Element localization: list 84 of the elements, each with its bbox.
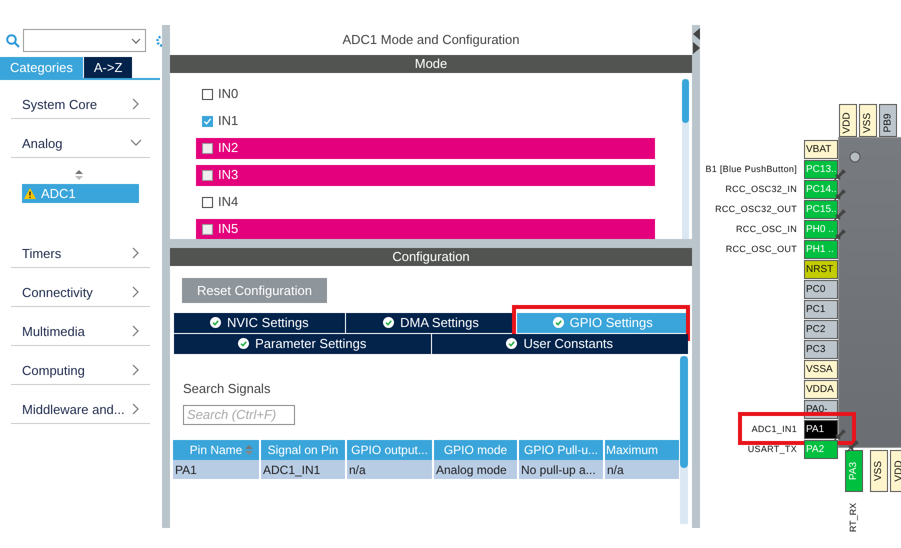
pin[interactable]: VBAT xyxy=(804,140,838,159)
check-circle-icon xyxy=(210,317,221,328)
category-row[interactable]: Analog xyxy=(11,119,150,158)
settings-tab[interactable]: NVIC Settings xyxy=(174,312,345,333)
pin[interactable]: VDD xyxy=(894,460,901,482)
gear-icon[interactable] xyxy=(156,34,162,48)
pin[interactable]: PC3 xyxy=(804,340,838,359)
panel-title: ADC1 Mode and Configuration xyxy=(342,31,520,50)
category-label: Timers xyxy=(22,244,62,262)
pushpin-icon[interactable] xyxy=(847,440,859,452)
section-header: Mode xyxy=(170,54,692,73)
expand-right-icon[interactable] xyxy=(692,42,700,54)
pin[interactable]: VSS xyxy=(874,461,884,481)
check-circle-icon xyxy=(383,317,394,328)
category-row[interactable]: System Core xyxy=(11,80,150,119)
pin[interactable]: PA1 xyxy=(804,420,838,439)
category-row[interactable]: Connectivity xyxy=(11,268,150,307)
checkbox[interactable] xyxy=(202,224,213,235)
channel-label: IN5 xyxy=(218,220,238,238)
search-icon[interactable] xyxy=(6,34,20,48)
table-cell: PA1 xyxy=(173,460,260,480)
category-label: Connectivity xyxy=(22,284,93,302)
search-dropdown[interactable] xyxy=(23,29,146,52)
signal-label: RCC_OSC_OUT xyxy=(726,244,797,254)
channel-label: IN0 xyxy=(218,85,238,104)
entry-label: ADC1 xyxy=(41,184,76,203)
signal-label: RCC_OSC32_IN xyxy=(725,184,797,194)
category-label: Multimedia xyxy=(22,322,85,340)
category-tab[interactable]: A->Z xyxy=(84,57,132,78)
scrollbar[interactable] xyxy=(682,78,689,240)
pin[interactable]: PC1 xyxy=(804,300,838,319)
pin[interactable]: NRST xyxy=(804,260,838,279)
pin[interactable]: VDD xyxy=(843,112,853,134)
category-label: Middleware and... xyxy=(22,400,125,418)
pushpin-icon[interactable] xyxy=(834,169,846,181)
category-row[interactable]: Computing xyxy=(11,346,150,385)
signal-label: RCC_OSC32_OUT xyxy=(715,204,797,214)
category-row[interactable]: Multimedia xyxy=(11,307,150,346)
pin[interactable]: PC0 xyxy=(804,280,838,299)
table-cell: n/a xyxy=(346,460,433,480)
channel-label: IN1 xyxy=(218,112,238,130)
check-circle-icon xyxy=(238,338,250,350)
channel-label: IN3 xyxy=(218,166,238,184)
channel-label: IN4 xyxy=(218,193,238,212)
pushpin-icon[interactable] xyxy=(834,429,846,441)
signal-label: RCC_OSC_IN xyxy=(736,224,797,234)
check-circle-icon xyxy=(506,338,518,350)
collapse-left-icon[interactable] xyxy=(692,28,700,40)
category-label: System Core xyxy=(22,96,98,114)
checkbox[interactable] xyxy=(202,116,213,127)
section-header: Configuration xyxy=(170,248,692,266)
category-row[interactable]: Timers xyxy=(11,229,150,268)
pin[interactable]: VSSA xyxy=(804,360,838,379)
table-cell: ADC1_IN1 xyxy=(260,460,346,480)
settings-tab[interactable]: User Constants xyxy=(432,334,688,354)
chevron-down-icon xyxy=(131,38,141,44)
pin[interactable]: VSS xyxy=(863,113,873,133)
pin[interactable]: VDDA xyxy=(804,380,838,399)
checkbox[interactable] xyxy=(202,142,213,154)
scrollbar[interactable] xyxy=(680,356,688,524)
signal-label: USART_TX xyxy=(748,444,797,454)
table-cell: No pull-up a... xyxy=(518,460,604,480)
pin[interactable]: PB9 xyxy=(883,114,893,132)
checkbox[interactable] xyxy=(202,196,213,208)
search-field[interactable]: Search (Ctrl+F) xyxy=(183,404,295,425)
check-circle-icon xyxy=(552,317,564,328)
signal-label: RT_RX xyxy=(849,502,858,532)
signal-label: B1 [Blue PushButton] xyxy=(705,164,797,174)
category-label: Computing xyxy=(22,362,85,380)
category-row[interactable]: Middleware and... xyxy=(11,385,150,424)
table-cell: Analog mode xyxy=(433,460,518,480)
pin[interactable]: PC2 xyxy=(804,320,838,339)
pushpin-icon[interactable] xyxy=(834,209,846,221)
pushpin-icon[interactable] xyxy=(834,229,846,241)
channel-label: IN2 xyxy=(218,139,238,158)
pushpin-icon[interactable] xyxy=(834,189,846,201)
sort-icon[interactable] xyxy=(74,170,84,180)
search-label: Search Signals xyxy=(183,380,270,396)
settings-tab[interactable]: Parameter Settings xyxy=(174,334,430,354)
category-label: Analog xyxy=(22,134,62,153)
checkbox[interactable] xyxy=(202,170,213,181)
checkbox[interactable] xyxy=(202,88,213,100)
signal-label: ADC1_IN1 xyxy=(752,424,797,434)
panel-splitter[interactable] xyxy=(692,25,700,528)
